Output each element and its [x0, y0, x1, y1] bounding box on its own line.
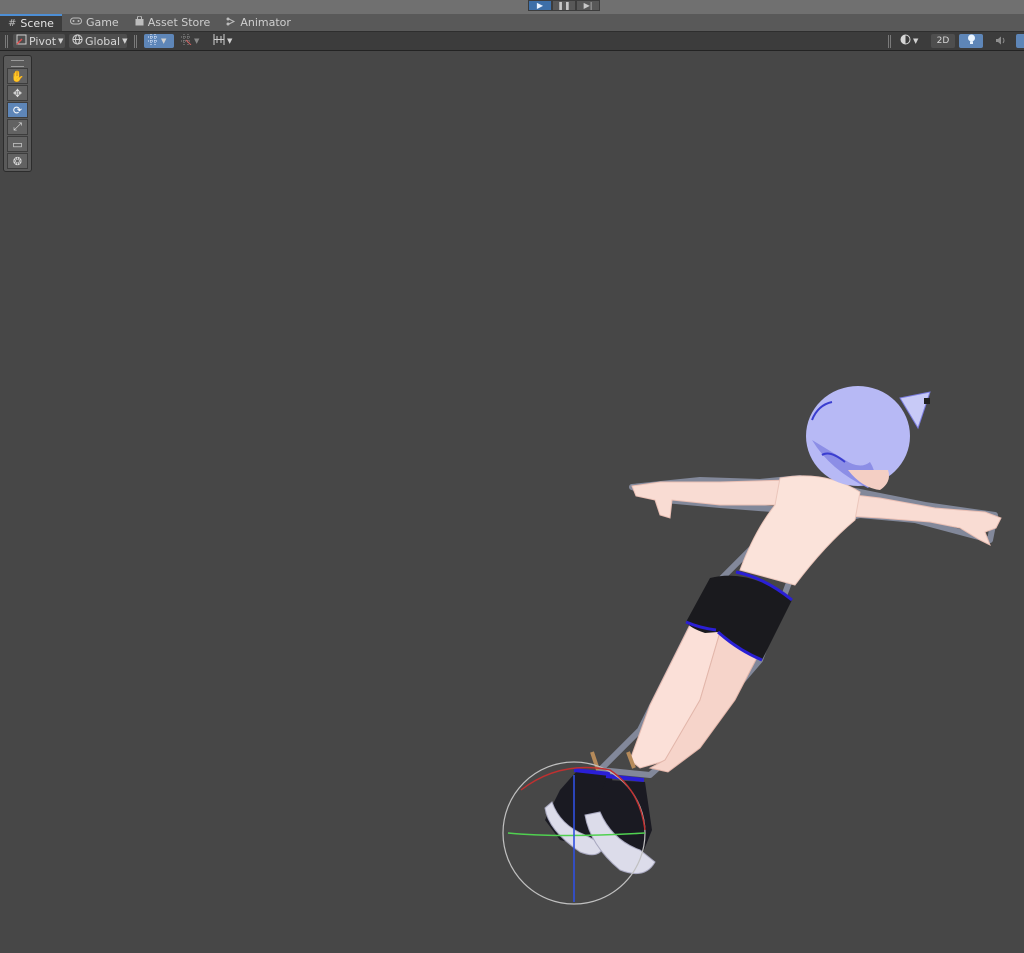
store-bag-icon [135, 15, 144, 29]
tab-game-label: Game [85, 16, 119, 29]
pivot-label: Pivot [29, 34, 57, 48]
scene-toolbar: Pivot ▼ Global ▼ ▼ ▼ ▼ ▼ 2D [0, 32, 1024, 51]
chevron-down-icon: ▼ [227, 37, 233, 45]
pivot-dropdown[interactable]: Pivot ▼ [13, 34, 65, 48]
toolbar-grip[interactable] [134, 35, 137, 48]
tool-palette: ✋ ✥ ⟳ ⤢ ▭ ❂ [3, 55, 32, 172]
play-controls: ▶ ❚❚ ▶| [528, 0, 600, 11]
chevron-down-icon: ▼ [122, 37, 128, 45]
step-button[interactable]: ▶| [576, 0, 600, 11]
ear-accessory [924, 398, 930, 404]
animator-icon [226, 17, 236, 29]
grid-snapping-toggle[interactable]: ▼ [144, 34, 174, 48]
draw-mode-dropdown[interactable]: ▼ [897, 34, 925, 48]
globe-icon [72, 34, 83, 48]
chevron-down-icon: ▼ [161, 37, 167, 45]
mode-2d-toggle[interactable]: 2D [931, 34, 955, 48]
grid-snap-icon [147, 34, 159, 48]
chevron-down-icon: ▼ [194, 37, 200, 45]
audio-icon [995, 35, 1006, 48]
mode-2d-label: 2D [936, 36, 950, 46]
tab-asset-store-label: Asset Store [147, 16, 211, 29]
move-tool[interactable]: ✥ [7, 85, 28, 101]
tab-asset-store[interactable]: Asset Store [127, 14, 219, 31]
pause-button[interactable]: ❚❚ [552, 0, 576, 11]
chevron-down-icon: ▼ [58, 37, 64, 45]
increment-snap-icon [180, 34, 192, 48]
play-button[interactable]: ▶ [528, 0, 552, 11]
scene-fx-toggle[interactable] [1016, 34, 1024, 48]
toolbar-grip[interactable] [5, 35, 8, 48]
move-icon: ✥ [12, 86, 23, 100]
play-controls-bar: ▶ ❚❚ ▶| [0, 0, 1024, 14]
increment-snapping-toggle[interactable]: ▼ [177, 34, 207, 48]
rotate-tool[interactable]: ⟳ [7, 102, 28, 118]
tab-scene[interactable]: # Scene [0, 14, 62, 31]
transform-tool[interactable]: ❂ [7, 153, 28, 169]
scale-icon: ⤢ [13, 120, 22, 133]
hand-tool[interactable]: ✋ [7, 68, 28, 84]
pivot-icon [16, 34, 27, 48]
shading-sphere-icon [900, 34, 911, 48]
scene-lighting-toggle[interactable] [959, 34, 983, 48]
hand-icon: ✋ [10, 69, 25, 83]
grid-icon: # [8, 18, 17, 29]
align-tools-dropdown[interactable]: ▼ [210, 34, 240, 48]
window-tabs: # Scene Game Asset Store Animator [0, 14, 1024, 32]
rotate-icon: ⟳ [12, 103, 23, 117]
chevron-down-icon: ▼ [913, 37, 919, 45]
rect-transform-icon: ▭ [12, 137, 23, 151]
unity-editor: ▶ ❚❚ ▶| # Scene Game Asset Store Animato… [0, 0, 1024, 953]
scene-viewport[interactable] [0, 52, 1024, 953]
global-label: Global [85, 34, 121, 48]
rect-tool[interactable]: ▭ [7, 136, 28, 152]
global-dropdown[interactable]: Global ▼ [69, 34, 127, 48]
transform-icon: ❂ [12, 154, 23, 168]
palette-drag-handle[interactable] [11, 60, 24, 67]
align-icon [213, 34, 225, 48]
scene-audio-toggle[interactable] [988, 34, 1012, 48]
scale-tool[interactable]: ⤢ [7, 119, 28, 135]
tab-animator-label: Animator [240, 16, 291, 29]
tab-scene-label: Scene [20, 17, 54, 30]
toolbar-grip[interactable] [888, 35, 891, 48]
tab-game[interactable]: Game [62, 14, 127, 31]
gamepad-icon [69, 17, 82, 28]
tab-animator[interactable]: Animator [218, 14, 299, 31]
light-bulb-icon [967, 34, 976, 48]
